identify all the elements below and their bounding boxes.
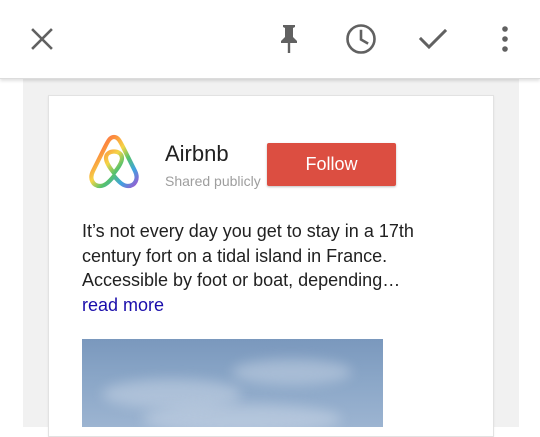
visibility-label: Shared publicly — [165, 173, 261, 189]
image-cloud — [142, 404, 342, 427]
pin-icon[interactable] — [271, 21, 307, 57]
check-icon[interactable] — [415, 21, 451, 57]
more-vert-icon[interactable] — [487, 21, 523, 57]
post-image[interactable] — [82, 339, 383, 427]
clock-icon[interactable] — [343, 21, 379, 57]
author-name[interactable]: Airbnb — [165, 141, 229, 167]
top-toolbar — [0, 0, 540, 79]
image-cloud — [232, 359, 352, 385]
close-icon[interactable] — [24, 21, 60, 57]
read-more-link[interactable]: read more — [82, 295, 164, 315]
post-text: It’s not every day you get to stay in a … — [82, 219, 432, 317]
follow-button[interactable]: Follow — [267, 143, 396, 186]
airbnb-logo-icon[interactable] — [87, 133, 141, 191]
post-body: It’s not every day you get to stay in a … — [82, 221, 414, 290]
